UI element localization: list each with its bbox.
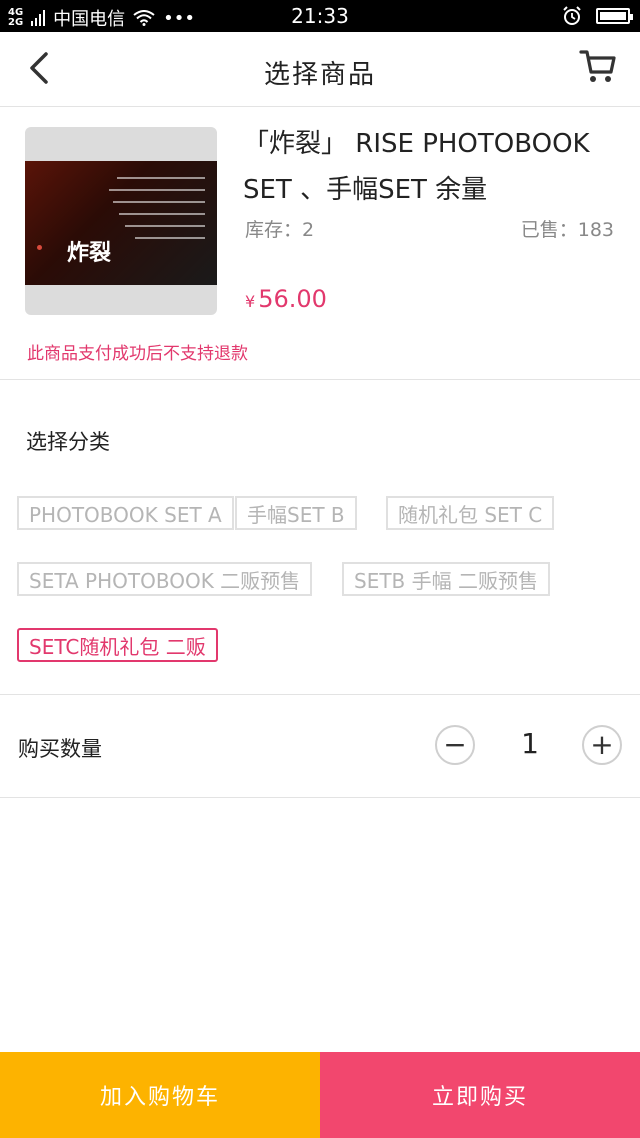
bottom-action-bar: 加入购物车 立即购买 (0, 1052, 640, 1138)
poster-brand-text: 炸裂 (67, 241, 112, 266)
plus-icon: + (590, 728, 614, 761)
status-right (562, 6, 633, 26)
product-summary: 炸裂 「炸裂」 RISE PHOTOBOOK SET 、手幅SET 余量 库存：… (0, 107, 640, 380)
currency-symbol: ¥ (245, 292, 256, 311)
minus-icon: − (443, 728, 467, 761)
category-option[interactable]: SETB 手幅 二贩预售 (342, 562, 550, 596)
status-time: 21:33 (291, 4, 349, 28)
category-option[interactable]: 手幅SET B (235, 496, 357, 530)
battery-icon (596, 8, 633, 24)
page-title: 选择商品 (263, 60, 376, 90)
quantity-increase-button[interactable]: + (582, 725, 622, 765)
category-label: 选择分类 (26, 430, 110, 454)
product-title: 「炸裂」 RISE PHOTOBOOK SET 、手幅SET 余量 (243, 129, 590, 205)
status-bar: 4G 2G 中国电信 ••• 21:33 (0, 0, 640, 32)
category-option-selected[interactable]: SETC随机礼包 二贩 (17, 628, 218, 662)
cart-icon (579, 50, 616, 82)
category-option[interactable]: SETA PHOTOBOOK 二贩预售 (17, 562, 313, 596)
refund-notice: 此商品支付成功后不支持退款 (27, 344, 248, 364)
quantity-section: 购买数量 − 1 + (0, 695, 640, 798)
product-poster-image: 炸裂 (25, 161, 217, 285)
alarm-icon (563, 6, 581, 25)
cart-button[interactable] (578, 46, 618, 86)
category-option[interactable]: PHOTOBOOK SET A (17, 496, 234, 530)
quantity-value[interactable]: 1 (505, 727, 555, 760)
category-option[interactable]: 随机礼包 SET C (386, 496, 555, 530)
add-to-cart-button[interactable]: 加入购物车 (0, 1052, 320, 1138)
quantity-decrease-button[interactable]: − (435, 725, 475, 765)
product-thumbnail: 炸裂 (25, 127, 217, 315)
product-price: ¥56.00 (245, 285, 327, 313)
buy-now-button[interactable]: 立即购买 (320, 1052, 640, 1138)
category-section: 选择分类 PHOTOBOOK SET A 手幅SET B 随机礼包 SET C … (0, 380, 640, 695)
sold-count: 已售：183 (520, 219, 614, 241)
price-value: 56.00 (258, 285, 327, 313)
stock-count: 库存：2 (245, 219, 315, 241)
nav-bar: 选择商品 (0, 32, 640, 107)
quantity-label: 购买数量 (18, 737, 102, 761)
